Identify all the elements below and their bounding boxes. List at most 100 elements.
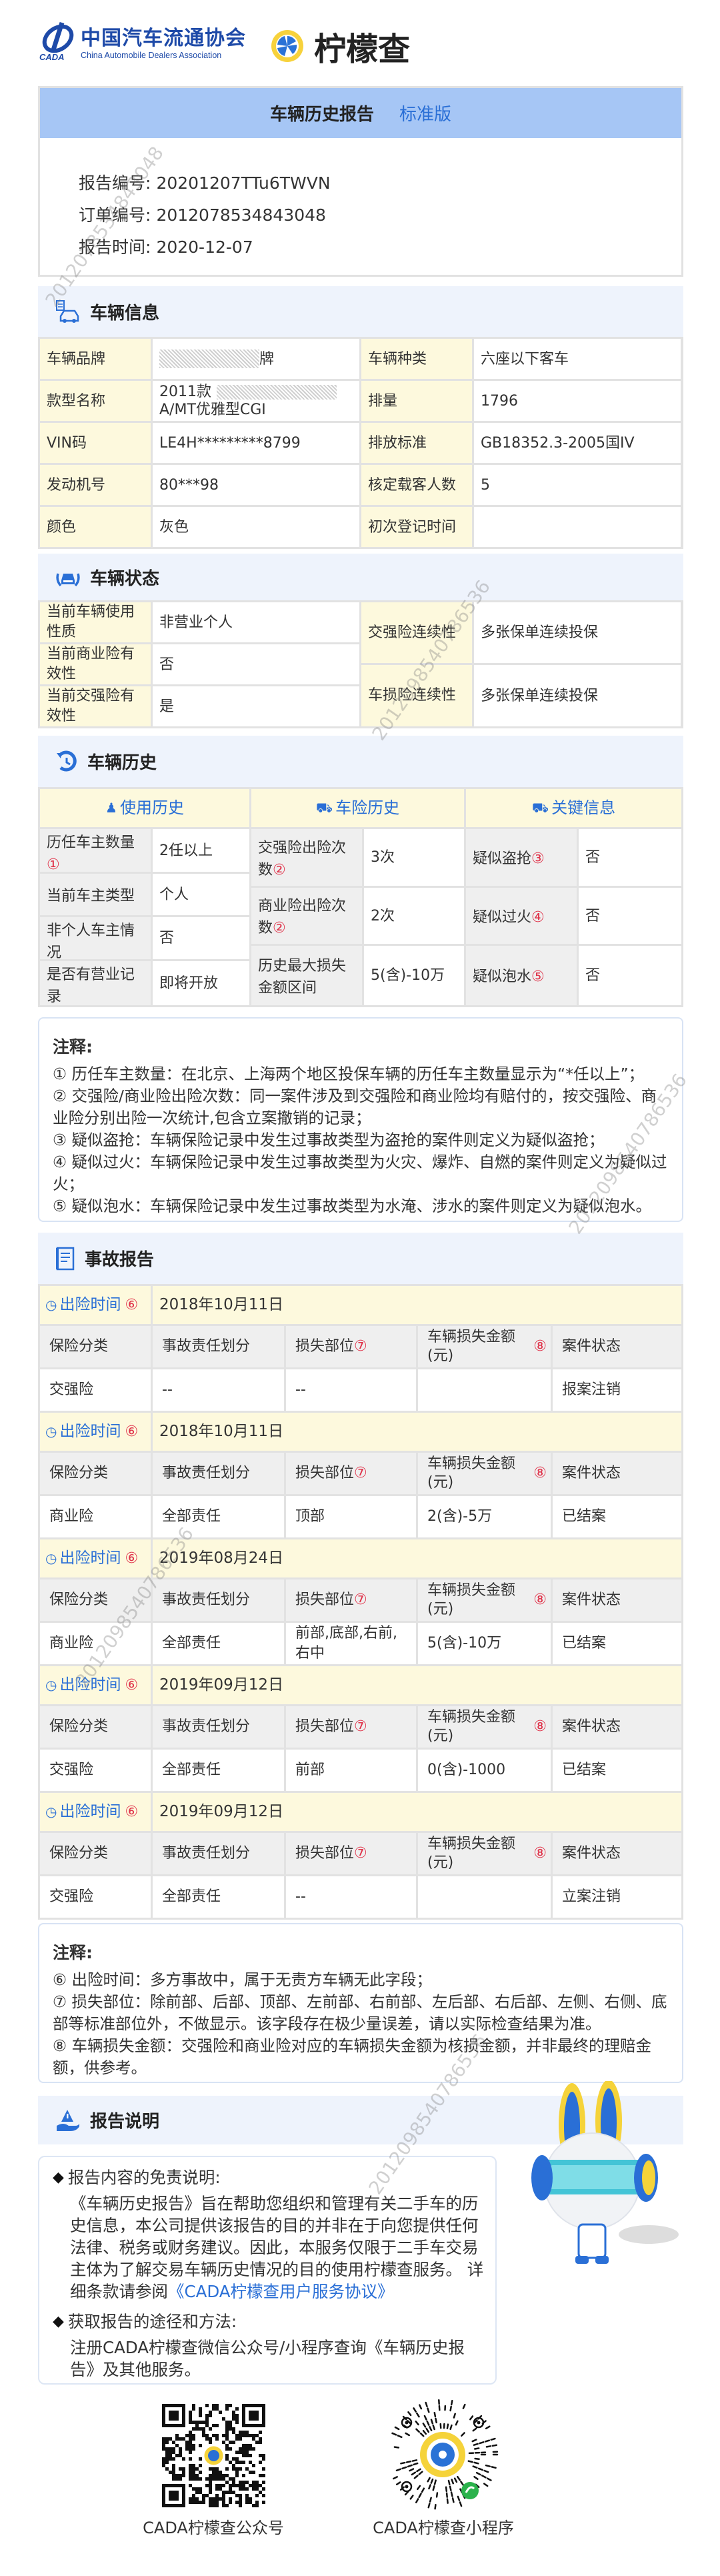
accident-cell: 前部 (286, 1750, 416, 1791)
footnote-mark: ② (273, 861, 286, 878)
history-label-text: 疑似过火④ (473, 906, 545, 928)
field-label: 报告时间: (79, 237, 151, 257)
history-label-wrap: 交强险出险次数② (258, 832, 355, 886)
footnote-mark: ⑦ (354, 1338, 367, 1355)
footnote-mark: ⑧ (533, 1718, 547, 1735)
note-line: ⑤ 疑似泡水：车辆保险记录中发生过事故类型为水淹、涉水的案件则定义为疑似泡水。 (53, 1197, 652, 1215)
cada-logo: CADA 中国汽车流通协会 China Automobile Dealers A… (38, 20, 246, 61)
header-text: 保险分类 (49, 1338, 109, 1355)
history-value: 3次 (364, 829, 464, 886)
footnote-mark: ③ (531, 850, 545, 867)
column-header: 事故责任划分 (153, 1833, 284, 1874)
redacted-brand (159, 350, 259, 368)
accident-data-row: 商业险 全部责任 顶部 2(含)-5万 已结案 (40, 1496, 681, 1537)
car-insurance-icon: ⛟ (315, 800, 333, 816)
column-header: 损失部位 ⑦ (286, 1833, 416, 1874)
report-edition: 标准版 (399, 105, 452, 125)
history-label: 是否有营业记录 (40, 961, 151, 1005)
header-text: 保险分类 (49, 1591, 109, 1608)
agreement-link[interactable]: 《CADA柠檬查用户服务协议》 (168, 2282, 394, 2301)
field-label: 车辆品牌 (40, 339, 151, 379)
field-label: 核定载客人数 (361, 465, 472, 505)
footnote-mark: ⑦ (354, 1465, 367, 1481)
mini-program-code[interactable] (387, 2399, 499, 2511)
history-label-wrap: 非个人车主情况 (47, 920, 144, 961)
accident-table: ◷ 出险时间 ⑥ 2018年10月11日 保险分类 事故责任划分 损失部位 ⑦ 车辆损失金额(元… (38, 1284, 683, 1920)
footnote-mark: ⑧ (533, 1338, 547, 1355)
header-text: 案件状态 (562, 1465, 621, 1481)
footnote-mark: ⑧ (533, 1591, 547, 1608)
svg-text:CADA: CADA (39, 52, 65, 61)
history-label: 疑似过火④ (466, 888, 577, 944)
diamond-bullet-icon: ◆ (53, 2169, 64, 2186)
column-header: 车辆损失金额(元) ⑧ (418, 1706, 551, 1748)
cada-name-en: China Automobile Dealers Association (81, 51, 222, 60)
accident-date-row: ◷ 出险时间 ⑥ 2018年10月11日 (40, 1413, 681, 1451)
accident-time-label: ◷ 出险时间 ⑥ (40, 1666, 151, 1704)
note-line: ① 历任车主数量：在北京、上海两个地区投保车辆的历任车主数量显示为“*任以上”； (53, 1065, 645, 1083)
history-notes: 注释: ① 历任车主数量：在北京、上海两个地区投保车辆的历任车主数量显示为“*任… (38, 1017, 683, 1222)
header-text: 损失部位 (295, 1338, 355, 1355)
header-text: 事故责任划分 (162, 1338, 251, 1355)
history-label-text: 疑似盗抢③ (473, 848, 545, 870)
time-label: 出险时间 (59, 1549, 121, 1567)
label-text: 交强险出险次数 (258, 839, 347, 878)
field-value: 2020-12-07 (156, 237, 253, 257)
header-text: 车辆损失金额(元) (427, 1582, 516, 1618)
accident-report-icon (56, 1247, 75, 1270)
status-value: 非营业个人 (153, 602, 359, 642)
field-value: 牌 (153, 339, 359, 379)
label-text: 历任车主数量 (47, 834, 135, 851)
accident-cell: 2(含)-5万 (418, 1496, 551, 1537)
accident-date: 2019年09月12日 (153, 1793, 681, 1831)
tab-insurance-history[interactable]: ⛟ 车险历史 (251, 789, 464, 827)
accident-cell: 前部,底部,右前,右中 (286, 1623, 416, 1664)
field-label: 报告编号: (79, 173, 151, 193)
accident-cell: 全部责任 (153, 1496, 284, 1537)
status-value: 否 (153, 644, 359, 684)
accident-date-row: ◷ 出险时间 ⑥ 2019年08月24日 (40, 1539, 681, 1577)
history-icon (57, 750, 77, 771)
history-value: 2任以上 (153, 829, 249, 872)
tab-usage-history[interactable]: ♟ 使用历史 (40, 789, 249, 827)
field-label: 颜色 (40, 507, 151, 547)
column-header: 事故责任划分 (153, 1326, 284, 1367)
history-label-wrap: 商业险出险次数② (258, 890, 355, 944)
official-account-label: CADA柠檬查公众号 (143, 2519, 284, 2537)
report-field: 报告时间: 2020-12-07 (79, 231, 681, 263)
history-label-text: 非个人车主情况 (47, 920, 144, 964)
clock-icon: ◷ (45, 1677, 57, 1693)
column-header: 事故责任划分 (153, 1579, 284, 1621)
accident-data-row: 交强险 全部责任 -- 立案注销 (40, 1876, 681, 1918)
history-label-wrap: 当前车主类型 (47, 876, 144, 915)
car-water-icon: ⛟ (531, 800, 549, 816)
accident-cell: 已结案 (553, 1496, 681, 1537)
accident-date: 2018年10月11日 (153, 1413, 681, 1451)
notes-title: 注释: (53, 1037, 93, 1057)
footnote-mark: ⑥ (125, 1677, 139, 1694)
footnote-mark: ⑥ (125, 1297, 139, 1313)
tab-key-info[interactable]: ⛟ 关键信息 (466, 789, 681, 827)
vehicle-info-table: 车辆品牌 牌 车辆种类 六座以下客车 款型名称 2011款 A/MT优雅型CGI 排量 1796… (38, 337, 683, 549)
column-header: 损失部位 ⑦ (286, 1453, 416, 1494)
column-header: 保险分类 (40, 1453, 151, 1494)
mascot-illustration (531, 2081, 679, 2264)
column-header: 车辆损失金额(元) ⑧ (418, 1579, 551, 1621)
column-header: 保险分类 (40, 1706, 151, 1748)
accident-cell: 商业险 (40, 1623, 151, 1664)
status-value: 多张保单连续投保 (474, 602, 681, 663)
accident-cell: 顶部 (286, 1496, 416, 1537)
history-label: 非个人车主情况 (40, 917, 151, 961)
field-label: 车辆种类 (361, 339, 472, 379)
field-value: 20201207TTu6TWVN (156, 173, 331, 193)
time-label: 出险时间 (59, 1676, 121, 1694)
history-label: 交强险出险次数② (251, 829, 362, 886)
report-summary: 车辆历史报告 标准版 报告编号: 20201207TTu6TWVN 订单编号: 201… (38, 86, 683, 277)
official-account-qr-code[interactable] (162, 2404, 265, 2507)
clock-icon: ◷ (45, 1804, 57, 1820)
label-text: 当前车主类型 (47, 887, 135, 904)
accident-cell: 交强险 (40, 1876, 151, 1918)
clock-icon: ◷ (45, 1423, 57, 1439)
label-text: 疑似过火 (473, 908, 532, 926)
accident-date-row: ◷ 出险时间 ⑥ 2019年09月12日 (40, 1666, 681, 1704)
